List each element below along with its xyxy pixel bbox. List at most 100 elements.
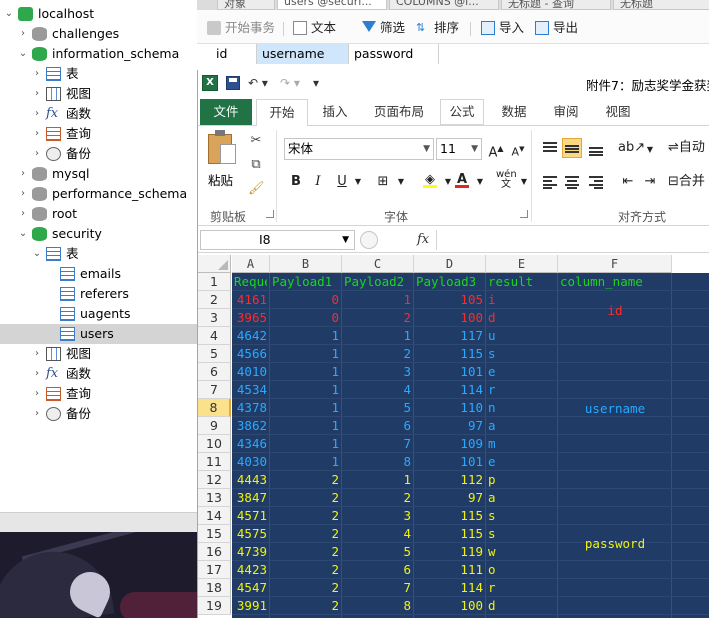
font-color-dropdown-icon[interactable]: ▼ [470,172,490,192]
tree-item[interactable]: › fx 函数 [0,104,197,124]
cell[interactable]: 4571 [234,507,267,525]
tree-item[interactable]: › 视图 [0,84,197,104]
formula-input[interactable] [436,230,709,250]
row-header[interactable]: 8 [198,399,231,417]
column-header[interactable]: C [342,255,414,273]
cell[interactable]: Payload3 [416,273,483,291]
align-top-icon[interactable] [540,138,560,158]
cell[interactable]: 4443 [234,471,267,489]
cut-icon[interactable]: ✂ [248,134,264,148]
cell[interactable]: 4378 [234,399,267,417]
border-icon[interactable]: ⊞ [373,172,393,192]
chevron-right-icon[interactable]: › [32,144,42,164]
tree-item[interactable]: uagents [0,304,197,324]
cell[interactable]: 7 [344,579,411,597]
chevron-right-icon[interactable]: › [18,204,28,224]
column-header[interactable]: E [486,255,558,273]
row-header[interactable]: 1 [198,273,231,291]
align-right-icon[interactable] [586,172,606,192]
row-header[interactable]: 10 [198,435,231,453]
cell[interactable]: 3847 [234,489,267,507]
tab-review[interactable]: 审阅 [544,97,588,126]
italic-icon[interactable]: I [308,172,328,192]
format-painter-icon[interactable]: 🖌 [248,182,265,196]
cell[interactable]: Payload1 [272,273,339,291]
cell[interactable]: d [488,597,555,615]
tab-query[interactable]: 无标题 - 查询 [501,0,611,10]
text-button[interactable]: 文本 [293,19,355,37]
cell[interactable]: s [488,345,555,363]
row-header[interactable]: 5 [198,345,231,363]
cell[interactable]: 2 [344,345,411,363]
tree-item[interactable]: ⌄ security [0,224,197,244]
cell[interactable]: 117 [416,327,483,345]
tree-item[interactable]: users [0,324,197,344]
chevron-right-icon[interactable]: › [32,104,42,124]
cell[interactable]: 4739 [234,543,267,561]
cell[interactable]: 4010 [234,363,267,381]
chevron-right-icon[interactable]: › [32,404,42,424]
cell[interactable]: 101 [416,363,483,381]
border-dropdown-icon[interactable]: ▼ [391,172,411,192]
cell[interactable]: r [488,579,555,597]
cell[interactable]: 111 [416,561,483,579]
row-header[interactable]: 3 [198,309,231,327]
chevron-right-icon[interactable]: › [18,24,28,44]
cell[interactable]: 2 [272,561,339,579]
column-header-id[interactable]: id [211,44,257,64]
cell[interactable]: 2 [272,507,339,525]
cell[interactable]: 7 [344,435,411,453]
cell[interactable]: 2 [344,489,411,507]
tree-item[interactable]: emails [0,264,197,284]
cell[interactable]: 4575 [234,525,267,543]
align-left-icon[interactable] [540,172,560,192]
decrease-indent-icon[interactable]: ⇤ [618,172,638,192]
cell[interactable]: 4566 [234,345,267,363]
cell[interactable]: s [488,525,555,543]
cell[interactable]: 1 [272,363,339,381]
cell[interactable]: 3965 [234,309,267,327]
tab-users-table[interactable]: users @securi... [277,0,387,10]
clipboard-launcher-icon[interactable] [266,210,274,218]
align-center-icon[interactable] [562,172,582,192]
save-icon[interactable] [226,76,240,90]
cell[interactable]: a [488,417,555,435]
column-name-id[interactable]: id [558,303,672,318]
row-header[interactable]: 17 [198,561,231,579]
wrap-text-button[interactable]: ⇌自动 [668,138,709,158]
cell[interactable]: 3862 [234,417,267,435]
column-header-password[interactable]: password [349,44,439,64]
undo-icon[interactable]: ↶ ▾ [248,75,268,91]
cell[interactable]: 2 [344,309,411,327]
cell[interactable]: 1 [272,345,339,363]
font-name-combo[interactable]: 宋体 ▼ [284,138,434,160]
cell[interactable]: e [488,453,555,471]
align-middle-icon[interactable] [562,138,582,158]
cell[interactable]: Request [234,273,267,291]
cell[interactable]: 4534 [234,381,267,399]
cell[interactable]: 8 [344,597,411,615]
grow-font-icon[interactable]: A▲ [486,139,506,160]
cell[interactable]: m [488,435,555,453]
tree-item[interactable]: › 查询 [0,124,197,144]
cell[interactable]: 1 [272,327,339,345]
worksheet-cells[interactable]: Request Payload1 Payload2 Payload3 result col… [232,273,709,618]
underline-dropdown-icon[interactable]: ▼ [348,172,368,192]
tree-item[interactable]: ⌄ information_schema [0,44,197,64]
tab-formulas[interactable]: 公式 [440,99,484,125]
cell[interactable]: 4030 [234,453,267,471]
cell[interactable]: 2 [272,525,339,543]
phonetic-icon[interactable]: wén 文 [496,170,517,190]
tree-item[interactable]: › 备份 [0,404,197,424]
chevron-down-icon[interactable]: ⌄ [32,244,42,264]
cell[interactable]: column_name [560,273,669,291]
paste-button[interactable]: 粘贴 [208,170,233,189]
bold-icon[interactable]: B [286,172,306,192]
cell[interactable]: 115 [416,345,483,363]
row-header[interactable]: 12 [198,471,231,489]
paste-icon[interactable] [208,130,238,166]
chevron-right-icon[interactable]: › [32,124,42,144]
row-header[interactable]: 15 [198,525,231,543]
cell[interactable]: 97 [416,417,483,435]
cell[interactable]: 101 [416,453,483,471]
